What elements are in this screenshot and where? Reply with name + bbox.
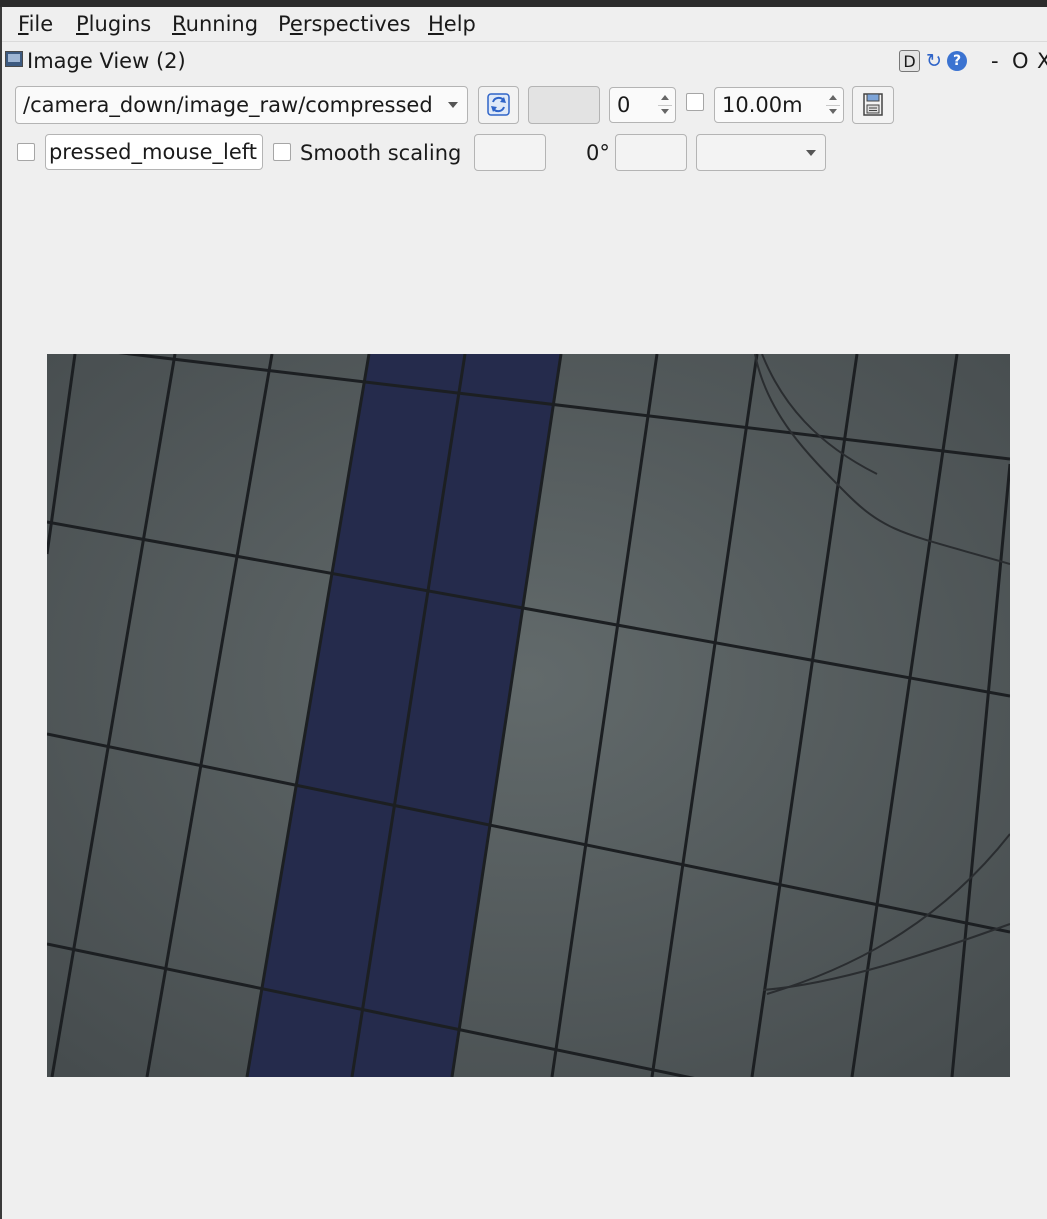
topic-select[interactable]: /camera_down/image_raw/compressed [15, 86, 468, 124]
help-icon[interactable]: ? [947, 51, 967, 71]
rotate-right-button[interactable] [615, 134, 687, 171]
dock-title-bar: Image View (2) D ↻ ? - O X [2, 44, 1047, 78]
save-image-button[interactable] [852, 86, 894, 124]
menu-help[interactable]: Help [428, 11, 476, 37]
chevron-down-icon [448, 102, 458, 108]
spin-arrows[interactable] [658, 91, 672, 119]
menu-help-mnemonic: H [428, 12, 444, 36]
mouse-topic-value: pressed_mouse_left [48, 140, 257, 164]
menu-file-label: ile [28, 12, 54, 36]
menu-running-mnemonic: R [172, 12, 186, 36]
smooth-scaling-checkbox[interactable] [273, 143, 291, 161]
camera-image-svg [47, 354, 1010, 1077]
maximize-button[interactable]: O [1012, 48, 1029, 74]
menu-running-label: unning [185, 12, 259, 36]
menu-help-label: elp [443, 12, 476, 36]
menu-perspectives-prefix: P [278, 12, 290, 36]
arrow-down-icon [661, 109, 669, 114]
d-button[interactable]: D [899, 50, 920, 72]
close-button[interactable]: X [1037, 48, 1047, 74]
arrow-down-icon [829, 109, 837, 114]
zoom-button[interactable] [528, 86, 600, 124]
window-icon [5, 51, 23, 67]
menu-plugins-label: lugins [88, 12, 152, 36]
menu-plugins-mnemonic: P [76, 12, 89, 36]
smooth-scaling-label: Smooth scaling [300, 141, 462, 165]
duration-checkbox[interactable] [686, 93, 704, 111]
reload-icon[interactable]: ↻ [923, 50, 945, 72]
arrow-up-icon [661, 95, 669, 100]
zoom-spinbox-value: 0 [617, 93, 631, 117]
topic-select-value: /camera_down/image_raw/compressed [23, 93, 433, 117]
rotation-label: 0° [586, 141, 610, 165]
menu-perspectives-label: rspectives [302, 12, 411, 36]
menu-running[interactable]: Running [172, 11, 258, 37]
duration-spinbox-value: 10.00m [722, 93, 803, 117]
chevron-down-icon [806, 150, 816, 156]
refresh-icon [487, 93, 510, 116]
left-edge [0, 7, 2, 1219]
menu-perspectives[interactable]: Perspectives [278, 11, 411, 37]
arrow-up-icon [829, 95, 837, 100]
minimize-button[interactable]: - [991, 48, 999, 74]
spin-arrows[interactable] [826, 91, 840, 119]
color-scheme-select[interactable] [696, 134, 826, 171]
spin-separator [826, 105, 840, 106]
camera-image[interactable] [47, 354, 1010, 1077]
menu-plugins[interactable]: Plugins [76, 11, 151, 37]
window-title: Image View (2) [27, 49, 186, 73]
rotate-left-button[interactable] [474, 134, 546, 171]
duration-spinbox[interactable]: 10.00m [714, 87, 844, 123]
menu-bar: File Plugins Running Perspectives Help [2, 7, 1047, 42]
refresh-topics-button[interactable] [478, 86, 519, 124]
mouse-topic-field[interactable]: pressed_mouse_left [45, 134, 263, 170]
menu-file-mnemonic: F [18, 12, 29, 36]
mouse-publish-checkbox[interactable] [17, 143, 35, 161]
save-icon [863, 93, 883, 116]
menu-file[interactable]: File [18, 11, 53, 37]
zoom-spinbox[interactable]: 0 [609, 87, 676, 123]
spin-separator [658, 105, 672, 106]
menu-perspectives-mnemonic: e [289, 12, 303, 36]
top-strip [0, 0, 1047, 7]
